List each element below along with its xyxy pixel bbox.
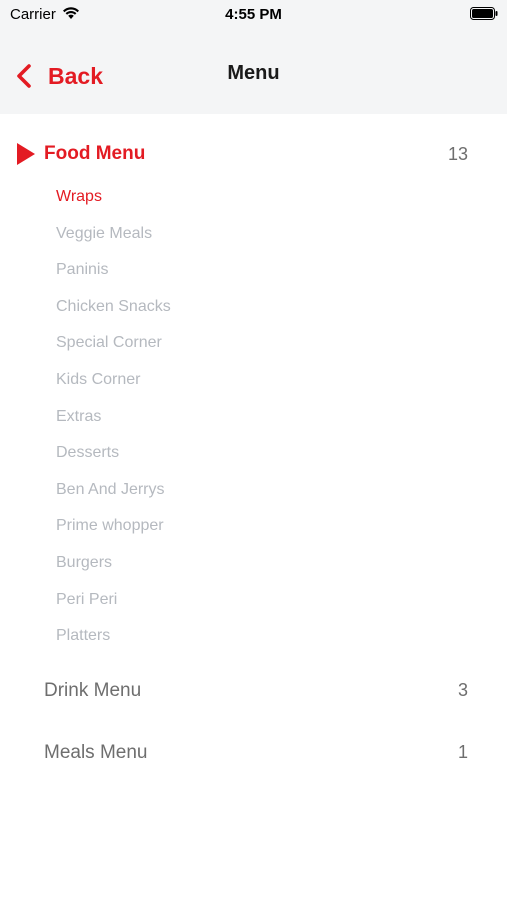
category-drink-menu[interactable]: Drink Menu 3 — [0, 660, 507, 722]
list-item-chicken-snacks[interactable]: Chicken Snacks — [0, 289, 507, 326]
menu-list: Food Menu 13 Wraps Veggie Meals Paninis … — [0, 114, 507, 784]
list-item-platters[interactable]: Platters — [0, 618, 507, 655]
list-item-veggie-meals[interactable]: Veggie Meals — [0, 216, 507, 253]
battery-icon — [470, 7, 498, 20]
category-count: 13 — [447, 143, 468, 164]
category-label: Meals Menu — [44, 741, 148, 763]
category-count: 1 — [457, 742, 468, 763]
list-item-paninis[interactable]: Paninis — [0, 252, 507, 289]
category-meals-menu[interactable]: Meals Menu 1 — [0, 722, 507, 784]
list-item-kids-corner[interactable]: Kids Corner — [0, 362, 507, 399]
category-count: 3 — [457, 680, 468, 701]
list-item-special-corner[interactable]: Special Corner — [0, 325, 507, 362]
page-title: Menu — [227, 62, 280, 84]
list-item-burgers[interactable]: Burgers — [0, 545, 507, 582]
food-menu-items: Wraps Veggie Meals Paninis Chicken Snack… — [0, 178, 507, 655]
clock: 4:55 PM — [225, 6, 282, 23]
category-food-menu[interactable]: Food Menu 13 — [0, 114, 507, 194]
list-item-extras[interactable]: Extras — [0, 399, 507, 436]
category-label: Drink Menu — [44, 679, 142, 701]
list-item-desserts[interactable]: Desserts — [0, 435, 507, 472]
list-item-prime-whopper[interactable]: Prime whopper — [0, 508, 507, 545]
navigation-bar: Back Menu — [0, 38, 507, 114]
status-bar: Carrier 4:55 PM — [0, 0, 507, 38]
list-item-ben-and-jerrys[interactable]: Ben And Jerrys — [0, 472, 507, 509]
play-icon — [17, 143, 35, 165]
category-label: Food Menu — [44, 143, 146, 164]
list-item-peri-peri[interactable]: Peri Peri — [0, 582, 507, 619]
